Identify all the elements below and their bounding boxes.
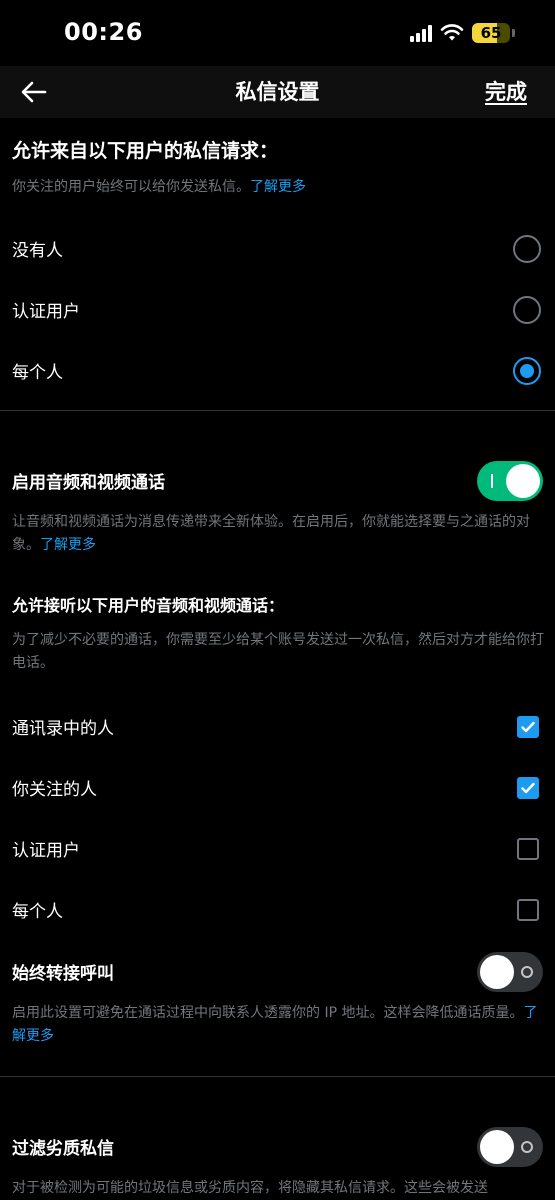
- learn-more-link[interactable]: 了解更多: [250, 179, 306, 195]
- call-option-label: 你关注的人: [12, 780, 97, 800]
- cellular-signal-icon: [410, 24, 432, 42]
- message-requests-heading: 允许来自以下用户的私信请求：: [12, 140, 279, 162]
- radio-button[interactable]: [513, 296, 541, 324]
- calls-toggle-switch[interactable]: [477, 461, 543, 501]
- radio-button[interactable]: [513, 235, 541, 263]
- checkmark-icon: [521, 721, 535, 733]
- toggle-knob: [506, 464, 540, 498]
- calls-desc: 让音频和视频通话为消息传递带来全新体验。在启用后，你就能选择要与之通话的对象。了…: [12, 514, 530, 553]
- relay-calls-row[interactable]: 始终转接呼叫: [0, 947, 555, 997]
- battery-cap: [512, 29, 515, 37]
- page-title: 私信设置: [235, 80, 320, 104]
- request-option-nobody[interactable]: 没有人: [0, 224, 555, 274]
- call-option-following[interactable]: 你关注的人: [0, 763, 555, 813]
- status-icons: 65: [410, 20, 515, 46]
- toggle-knob: [480, 1130, 514, 1164]
- toggle-off-mark: [521, 1141, 533, 1153]
- toggle-on-mark: [491, 474, 493, 488]
- allow-calls-heading: 允许接听以下用户的音频和视频通话：: [12, 596, 285, 615]
- calls-toggle-label: 启用音频和视频通话: [12, 473, 165, 493]
- call-option-label: 认证用户: [12, 841, 80, 861]
- call-option-label: 通讯录中的人: [12, 719, 114, 739]
- allow-calls-desc: 为了减少不必要的通话，你需要至少给某个账号发送过一次私信，然后对方才能给你打电话…: [12, 632, 544, 671]
- status-bar: 00:26 65: [0, 0, 555, 66]
- call-option-label: 每个人: [12, 902, 63, 922]
- battery-icon: 65: [472, 23, 510, 43]
- filter-low-quality-label: 过滤劣质私信: [12, 1139, 114, 1159]
- request-option-everyone[interactable]: 每个人: [0, 346, 555, 396]
- message-requests-desc: 你关注的用户始终可以给你发送私信。了解更多: [12, 179, 306, 195]
- radio-button[interactable]: [513, 357, 541, 385]
- wifi-icon: [440, 24, 464, 41]
- request-option-label: 没有人: [12, 241, 63, 261]
- section-divider: [0, 410, 555, 411]
- request-option-label: 认证用户: [12, 302, 80, 322]
- toggle-off-mark: [521, 966, 533, 978]
- checkbox[interactable]: [517, 777, 539, 799]
- call-option-verified[interactable]: 认证用户: [0, 824, 555, 874]
- done-button[interactable]: 完成: [485, 76, 527, 106]
- section-divider: [0, 1076, 555, 1077]
- checkbox[interactable]: [517, 716, 539, 738]
- filter-low-quality-desc: 对于被检测为可能的垃圾信息或劣质内容，将隐藏其私信请求。这些会被发送: [12, 1180, 488, 1196]
- request-option-label: 每个人: [12, 363, 63, 383]
- status-time: 00:26: [64, 18, 143, 46]
- relay-calls-label: 始终转接呼叫: [12, 964, 114, 984]
- relay-calls-toggle-switch[interactable]: [477, 952, 543, 992]
- learn-more-link[interactable]: 了解更多: [40, 537, 96, 553]
- relay-calls-desc: 启用此设置可避免在通话过程中向联系人透露你的 IP 地址。这样会降低通话质量。了…: [12, 1005, 538, 1044]
- battery-level: 65: [480, 24, 502, 42]
- toggle-knob: [480, 955, 514, 989]
- filter-low-quality-row[interactable]: 过滤劣质私信: [0, 1122, 555, 1172]
- calls-toggle-row[interactable]: 启用音频和视频通话: [0, 456, 555, 506]
- nav-bar: 私信设置 完成: [0, 66, 555, 118]
- checkmark-icon: [521, 782, 535, 794]
- call-option-everyone[interactable]: 每个人: [0, 885, 555, 935]
- request-option-verified[interactable]: 认证用户: [0, 285, 555, 335]
- checkbox[interactable]: [517, 899, 539, 921]
- call-option-contacts[interactable]: 通讯录中的人: [0, 702, 555, 752]
- filter-low-quality-toggle-switch[interactable]: [477, 1127, 543, 1167]
- checkbox[interactable]: [517, 838, 539, 860]
